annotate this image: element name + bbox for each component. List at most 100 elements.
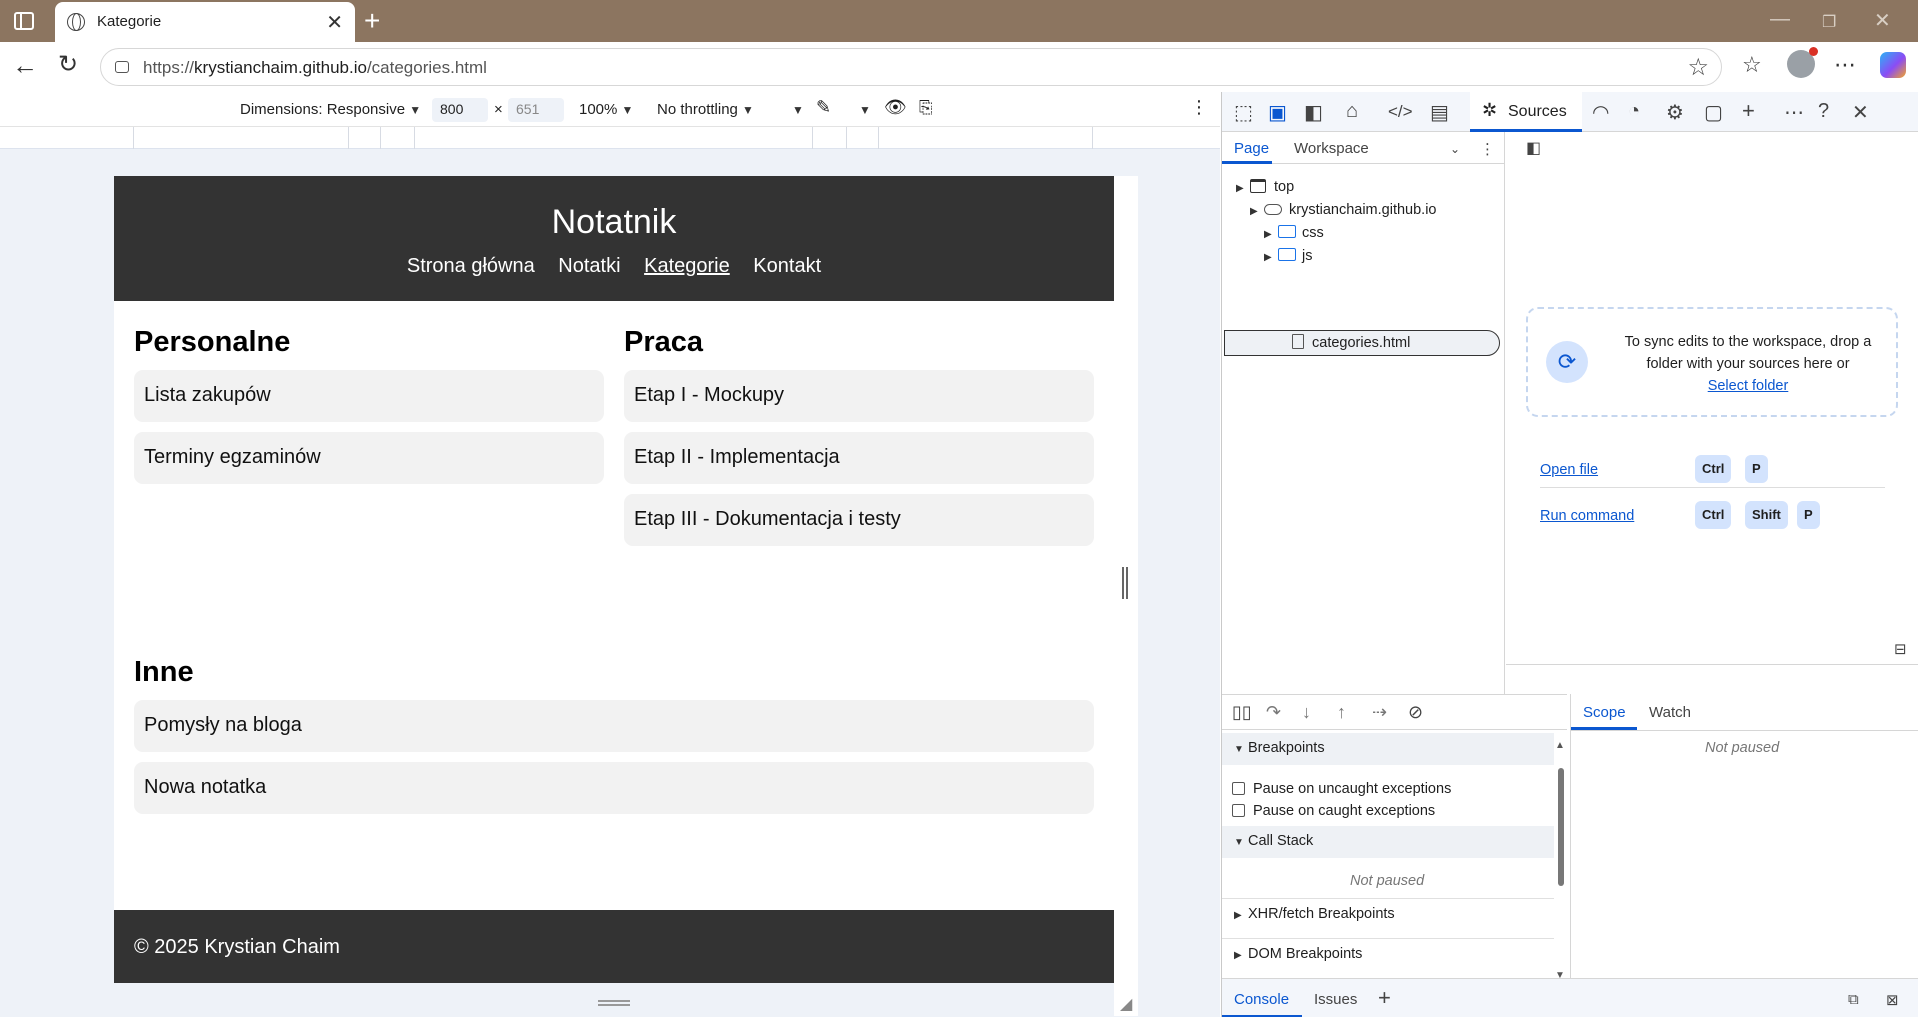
zoom-dropdown[interactable]: 100% ▼ (579, 101, 633, 118)
copilot-icon[interactable] (1880, 52, 1906, 78)
device-more-icon[interactable]: ⋮ (1190, 97, 1208, 118)
welcome-home-icon[interactable]: ⌂ (1346, 100, 1358, 123)
tab-scope[interactable]: Scope (1583, 704, 1626, 721)
application-icon[interactable]: ▢ (1704, 100, 1723, 125)
rotate-icon[interactable]: ⎘ (919, 98, 933, 118)
tab-console[interactable]: Console (1234, 991, 1289, 1008)
more-tools-plus-icon[interactable]: + (1742, 98, 1755, 124)
vision-eye-icon[interactable]: 👁 (884, 97, 907, 118)
device-toolbar-icon[interactable]: ▣ (1268, 100, 1287, 125)
viewport-resize-handle[interactable] (1122, 567, 1128, 599)
profile-avatar[interactable] (1787, 47, 1818, 78)
folder-icon (1278, 248, 1296, 261)
tab-page[interactable]: Page (1234, 140, 1269, 157)
nav-link-notes[interactable]: Notatki (558, 255, 620, 277)
tree-item-file[interactable]: categories.html (1292, 334, 1410, 351)
tab-watch[interactable]: Watch (1649, 704, 1691, 721)
xhr-breakpoints-header[interactable]: ▶ XHR/fetch Breakpoints (1222, 898, 1554, 930)
dom-breakpoints-header[interactable]: ▶ DOM Breakpoints (1222, 938, 1554, 970)
note-item[interactable]: Etap III - Dokumentacja i testy (624, 494, 1094, 546)
viewport-corner-resize-icon[interactable]: ◢ (1120, 994, 1132, 1014)
step-over-icon[interactable]: ↷ (1266, 702, 1281, 723)
browser-tab[interactable]: Kategorie ✕ (55, 2, 355, 42)
toggle-navigator-icon[interactable]: ◧ (1526, 138, 1541, 158)
scope-panel: Scope Watch Not paused (1570, 694, 1918, 984)
step-into-icon[interactable]: ↓ (1302, 702, 1311, 723)
network-wifi-icon[interactable]: ◠ (1592, 100, 1609, 125)
dock-side-icon[interactable]: ◧ (1304, 100, 1323, 125)
category-title-personal: Personalne (134, 326, 291, 358)
tab-issues[interactable]: Issues (1314, 991, 1357, 1008)
reload-icon[interactable]: ↻ (58, 50, 78, 79)
close-devtools-icon[interactable]: ✕ (1852, 100, 1869, 125)
nav-link-categories[interactable]: Kategorie (644, 255, 730, 277)
debugger-toolbar: ▯▯ ↷ ↓ ↑ ⇢ ⊘ (1222, 694, 1567, 730)
favorites-icon[interactable]: ☆ (1742, 52, 1762, 78)
tree-item-top[interactable]: ▶ top (1236, 179, 1294, 195)
favorite-star-icon[interactable]: ☆ (1687, 53, 1709, 82)
sidebar-toggle-icon[interactable] (14, 12, 34, 30)
more-menu-icon[interactable]: ⋯ (1834, 52, 1856, 78)
select-folder-link[interactable]: Select folder (1708, 378, 1789, 394)
key-p: P (1745, 455, 1768, 483)
debugger-scrollbar[interactable]: ▲ ▼ (1555, 740, 1567, 986)
tab-sources[interactable]: ✲ Sources (1470, 92, 1582, 132)
elements-icon[interactable]: </> (1388, 102, 1413, 122)
tree-item-css[interactable]: ▶ css (1264, 225, 1324, 241)
nav-link-contact[interactable]: Kontakt (753, 255, 821, 277)
console-icon[interactable]: ▤ (1430, 100, 1449, 125)
close-window-icon[interactable]: ✕ (1874, 8, 1891, 33)
tab-title: Kategorie (97, 13, 162, 30)
performance-icon[interactable]: ◔ (1628, 100, 1640, 123)
note-item[interactable]: Nowa notatka (134, 762, 1094, 814)
note-item[interactable]: Pomysły na bloga (134, 700, 1094, 752)
site-info-icon[interactable] (115, 61, 129, 73)
nav-link-home[interactable]: Strona główna (407, 255, 535, 277)
note-item[interactable]: Terminy egzaminów (134, 432, 604, 484)
devtools-drawer: Console Issues + ⧉ ⊠ (1222, 978, 1918, 1017)
step-icon[interactable]: ⇢ (1372, 702, 1387, 723)
back-arrow-icon[interactable]: ← (12, 50, 38, 81)
tree-item-host[interactable]: ▶ krystianchaim.github.io (1250, 202, 1437, 218)
height-input[interactable]: 651 (508, 98, 564, 122)
sources-editor: ◧ ⟳ To sync edits to the workspace, drop… (1506, 132, 1918, 694)
breakpoints-header[interactable]: ▼ Breakpoints (1222, 733, 1554, 765)
devtools-menu-icon[interactable]: ⋯ (1784, 100, 1804, 125)
note-item[interactable]: Lista zakupów (134, 370, 604, 422)
close-drawer-icon[interactable]: ⊠ (1886, 991, 1899, 1009)
close-tab-icon[interactable]: ✕ (326, 10, 343, 35)
help-icon[interactable]: ? (1818, 100, 1829, 123)
tree-item-js[interactable]: ▶ js (1264, 248, 1312, 264)
navigator-more-chevron-icon[interactable]: ⌄ (1450, 142, 1460, 156)
run-command-link[interactable]: Run command (1540, 508, 1634, 524)
tab-workspace[interactable]: Workspace (1294, 140, 1369, 157)
more-options-caret-icon[interactable]: ▼ (792, 101, 804, 118)
width-input[interactable]: 800 (432, 98, 488, 122)
pause-uncaught-checkbox[interactable]: Pause on uncaught exceptions (1232, 781, 1451, 797)
workspace-dropzone[interactable]: ⟳ To sync edits to the workspace, drop a… (1526, 307, 1898, 417)
navigator-menu-icon[interactable]: ⋮ (1480, 140, 1495, 158)
open-file-link[interactable]: Open file (1540, 462, 1598, 478)
viewport-bottom-resize-handle[interactable] (598, 1000, 630, 1006)
note-item[interactable]: Etap I - Mockupy (624, 370, 1094, 422)
eyedropper-icon[interactable]: ✎ (816, 97, 831, 118)
minimize-icon[interactable]: — (1770, 8, 1790, 31)
pause-icon[interactable]: ▯▯ (1232, 702, 1252, 723)
call-stack-header[interactable]: ▼ Call Stack (1222, 826, 1554, 858)
dock-drawer-icon[interactable]: ⧉ (1848, 991, 1859, 1008)
deactivate-breakpoints-icon[interactable]: ⊘ (1408, 702, 1423, 723)
inspect-element-icon[interactable]: ⬚ (1234, 100, 1253, 125)
add-drawer-tab-icon[interactable]: + (1378, 985, 1391, 1011)
pause-caught-checkbox[interactable]: Pause on caught exceptions (1232, 803, 1435, 819)
maximize-icon[interactable]: ❐ (1822, 12, 1836, 32)
url-text[interactable]: https://krystianchaim.github.io/categori… (143, 58, 487, 78)
step-out-icon[interactable]: ↑ (1337, 702, 1346, 723)
new-tab-button[interactable]: + (364, 5, 380, 37)
address-bar[interactable]: https://krystianchaim.github.io/categori… (100, 48, 1722, 86)
settings-gear-icon[interactable]: ⚙ (1666, 100, 1684, 125)
caret-icon[interactable]: ▼ (859, 101, 871, 118)
throttling-dropdown[interactable]: No throttling ▼ (657, 101, 754, 118)
toggle-debugger-icon[interactable]: ⊟ (1894, 640, 1907, 658)
dimensions-dropdown[interactable]: Dimensions: Responsive ▼ (240, 101, 421, 118)
note-item[interactable]: Etap II - Implementacja (624, 432, 1094, 484)
